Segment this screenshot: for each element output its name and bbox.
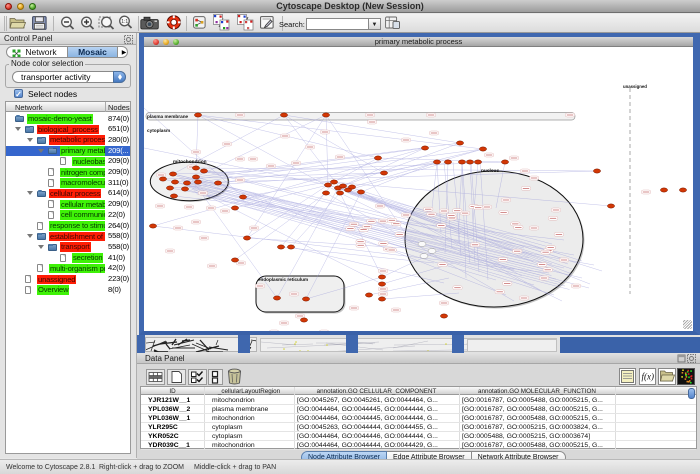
svg-text:1:1: 1:1	[121, 19, 128, 25]
svg-text:f(x): f(x)	[642, 372, 655, 382]
